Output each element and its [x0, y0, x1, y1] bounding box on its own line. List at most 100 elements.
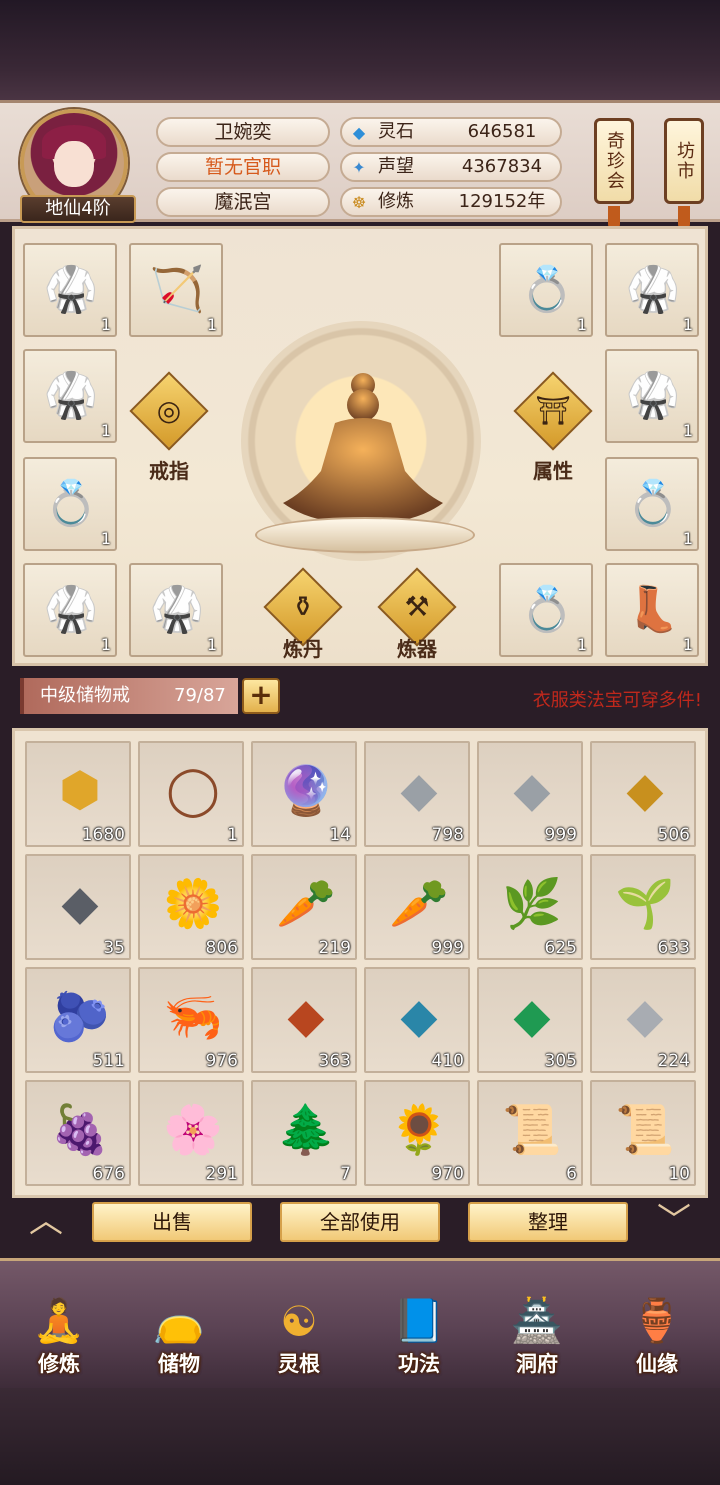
- inventory-slot[interactable]: ◯ 1: [138, 741, 244, 847]
- cultivate-icon: 🧘: [32, 1296, 86, 1345]
- inventory-slot[interactable]: 📜 6: [477, 1080, 583, 1186]
- item-count: 1: [100, 421, 111, 440]
- inventory-slot[interactable]: ◆ 999: [477, 741, 583, 847]
- equip-slot[interactable]: 💍 1: [499, 243, 593, 337]
- item-count: 35: [103, 938, 125, 958]
- nav-spirit-root[interactable]: ☯ 灵根: [244, 1276, 354, 1386]
- item-count: 511: [92, 1051, 125, 1071]
- gold-ore-icon: ◆: [626, 762, 664, 818]
- lotus-pod-icon: 🌻: [389, 1101, 449, 1158]
- equip-slot[interactable]: 🥋 1: [129, 563, 223, 657]
- inventory-slot[interactable]: 🥕 219: [251, 854, 357, 960]
- inventory-slot[interactable]: 🥕 999: [364, 854, 470, 960]
- purple-flower-icon: 🌸: [163, 1101, 223, 1158]
- silver-ore-icon: ◆: [626, 988, 664, 1044]
- armor-icon: 🥋: [43, 264, 99, 315]
- item-count: 1: [227, 825, 238, 845]
- equip-slot[interactable]: 🥋 1: [605, 349, 699, 443]
- inventory-slot[interactable]: 🌸 291: [138, 1080, 244, 1186]
- inventory-slot[interactable]: ◆ 506: [590, 741, 696, 847]
- item-count: 970: [431, 1164, 464, 1184]
- inventory-slot[interactable]: 🌼 806: [138, 854, 244, 960]
- scroll-down-arrow-icon[interactable]: ﹀: [642, 1204, 706, 1238]
- technique-book-icon: 📘: [392, 1296, 446, 1345]
- resource-label: 修炼: [378, 191, 414, 212]
- meditation-icon: ☸: [351, 193, 367, 212]
- scroll-treasure-icon: 📜: [502, 1101, 562, 1158]
- nav-immortal-fate[interactable]: 🏺 仙缘: [602, 1276, 712, 1386]
- item-count: 676: [92, 1164, 125, 1184]
- inventory-slot[interactable]: 🌿 625: [477, 854, 583, 960]
- equip-slot[interactable]: 🥋 1: [23, 563, 117, 657]
- boots-icon: 👢: [625, 584, 681, 635]
- inventory-slot[interactable]: 🔮 14: [251, 741, 357, 847]
- item-count: 1: [682, 635, 693, 654]
- berry-branch-icon: 🫐: [50, 988, 110, 1045]
- equipment-panel: 🥋 1 🏹 1 🥋 1 💍 1 🥋 1 🥋 1 💍 1 🥋 1 🥋 1 💍 1 💍 1 👢 1 ◎ 戒指…: [12, 226, 708, 666]
- nav-label: 修炼: [38, 1352, 80, 1376]
- resource-cultivation: ☸ 修炼 129152年: [340, 187, 562, 217]
- inventory-slot[interactable]: 🍇 676: [25, 1080, 131, 1186]
- equip-slot[interactable]: 💍 1: [605, 457, 699, 551]
- armor-icon: 🥋: [625, 370, 681, 421]
- equip-slot[interactable]: 👢 1: [605, 563, 699, 657]
- equip-slot[interactable]: 💍 1: [23, 457, 117, 551]
- dark-ore-icon: ◆: [61, 875, 99, 931]
- equip-slot[interactable]: 🏹 1: [129, 243, 223, 337]
- iron-ore-icon: ◆: [513, 762, 551, 818]
- resource-label: 声望: [378, 156, 414, 177]
- red-crystal-icon: ◆: [287, 988, 325, 1044]
- equip-slot[interactable]: 💍 1: [499, 563, 593, 657]
- blue-crystal-icon: ◆: [400, 988, 438, 1044]
- inventory-slot[interactable]: 🫐 511: [25, 967, 131, 1073]
- resource-label: 灵石: [378, 121, 414, 142]
- inventory-slot[interactable]: ◆ 410: [364, 967, 470, 1073]
- nav-storage[interactable]: 👝 储物: [124, 1276, 234, 1386]
- inventory-slot[interactable]: ⬢ 1680: [25, 741, 131, 847]
- item-count: 1: [576, 315, 587, 334]
- item-count: 224: [657, 1051, 690, 1071]
- inventory-slot[interactable]: 📜 10: [590, 1080, 696, 1186]
- cultivation-level-badge: 地仙4阶: [20, 195, 136, 223]
- item-count: 1: [682, 421, 693, 440]
- inventory-slot[interactable]: ◆ 798: [364, 741, 470, 847]
- bow-icon: 🏹: [149, 264, 205, 315]
- storage-capacity: 79/87: [174, 685, 226, 706]
- inventory-slot[interactable]: 🌲 7: [251, 1080, 357, 1186]
- expand-storage-button[interactable]: +: [242, 678, 280, 714]
- inventory-slot[interactable]: 🌱 633: [590, 854, 696, 960]
- item-count: 410: [431, 1051, 464, 1071]
- scroll-up-arrow-icon[interactable]: ︿: [14, 1204, 78, 1238]
- sort-button[interactable]: 整理: [468, 1202, 628, 1242]
- nav-label: 仙缘: [636, 1352, 678, 1376]
- equip-slot[interactable]: 🥋 1: [605, 243, 699, 337]
- inventory-slot[interactable]: ◆ 224: [590, 967, 696, 1073]
- item-count: 1: [682, 315, 693, 334]
- inventory-slot[interactable]: 🌻 970: [364, 1080, 470, 1186]
- lotus-platform: [255, 517, 475, 553]
- market-button[interactable]: 坊市: [664, 118, 704, 204]
- wooden-ring-icon: ◯: [166, 762, 220, 818]
- prestige-icon: ✦: [352, 158, 366, 177]
- inventory-slot[interactable]: ◆ 35: [25, 854, 131, 960]
- use-all-button[interactable]: 全部使用: [280, 1202, 440, 1242]
- cordyceps-icon: 🦐: [163, 988, 223, 1045]
- item-count: 999: [544, 825, 577, 845]
- green-crystal-icon: ◆: [513, 988, 551, 1044]
- iron-ore-icon: ◆: [400, 762, 438, 818]
- bottom-bezel: [0, 1388, 720, 1485]
- treasure-fair-button[interactable]: 奇珍会: [594, 118, 634, 204]
- resource-spirit-stone: ◆ 灵石 646581: [340, 117, 562, 147]
- herb-flower-icon: 🌱: [615, 875, 675, 932]
- equip-slot[interactable]: 🥋 1: [23, 349, 117, 443]
- item-count: 633: [657, 938, 690, 958]
- inventory-slot[interactable]: 🦐 976: [138, 967, 244, 1073]
- equip-slot[interactable]: 🥋 1: [23, 243, 117, 337]
- nav-cave-mansion[interactable]: 🏯 洞府: [482, 1276, 592, 1386]
- nav-technique[interactable]: 📘 功法: [364, 1276, 474, 1386]
- sell-button[interactable]: 出售: [92, 1202, 252, 1242]
- inventory-slot[interactable]: ◆ 305: [477, 967, 583, 1073]
- inventory-slot[interactable]: ◆ 363: [251, 967, 357, 1073]
- white-lily-icon: 🌼: [163, 875, 223, 932]
- nav-cultivate[interactable]: 🧘 修炼: [4, 1276, 114, 1386]
